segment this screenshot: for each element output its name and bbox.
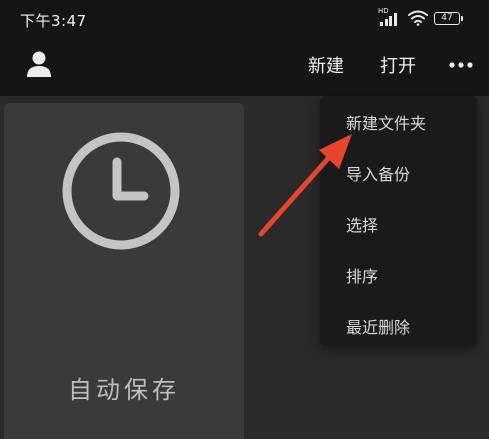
status-icons: HD 47 bbox=[378, 7, 463, 26]
battery-icon: 47 bbox=[434, 11, 463, 25]
more-dots-icon[interactable] bbox=[446, 52, 476, 76]
menu-item-recently-deleted[interactable]: 最近删除 bbox=[346, 314, 410, 338]
autosave-label: 自动保存 bbox=[68, 376, 180, 404]
clock-icon bbox=[62, 132, 180, 250]
status-time: 下午3:47 bbox=[20, 12, 87, 30]
signal-icon: HD bbox=[378, 7, 402, 26]
battery-level: 47 bbox=[441, 12, 453, 23]
new-button[interactable]: 新建 bbox=[308, 52, 344, 78]
open-button[interactable]: 打开 bbox=[380, 52, 416, 78]
annotation-arrow-icon bbox=[258, 134, 352, 237]
menu-item-sort[interactable]: 排序 bbox=[346, 263, 378, 287]
screen: 下午3:47 HD 47 新建 打开 自动保存 新建文件夹 导入备份 选择 排序… bbox=[0, 0, 489, 439]
user-icon[interactable] bbox=[26, 50, 52, 78]
wifi-icon bbox=[408, 10, 428, 26]
